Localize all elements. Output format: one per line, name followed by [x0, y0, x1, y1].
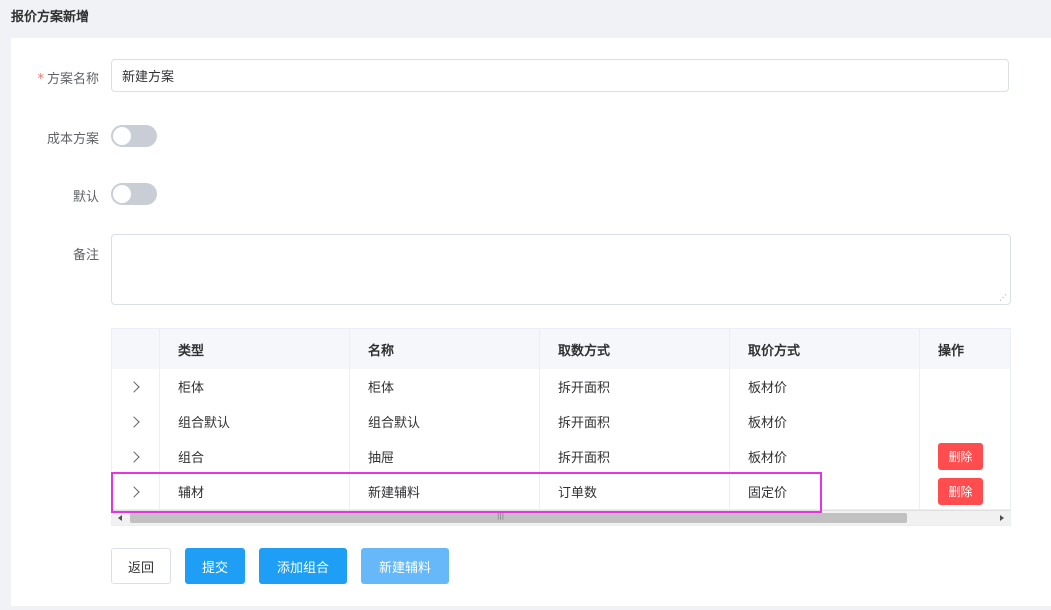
- column-header-name: 名称: [350, 329, 540, 369]
- switch-knob: [113, 185, 131, 203]
- cell-type: 组合: [160, 439, 350, 474]
- cell-fetch: 拆开面积: [540, 439, 730, 474]
- default-switch[interactable]: [111, 183, 157, 205]
- page-header: 报价方案新增: [0, 0, 1051, 38]
- required-star: *: [37, 72, 44, 87]
- table-row: 组合 抽屉 拆开面积 板材价 删除: [112, 439, 1010, 475]
- delete-button[interactable]: 删除: [938, 478, 983, 505]
- chevron-right-icon: [127, 450, 140, 463]
- cell-type: 组合默认: [160, 404, 350, 439]
- scroll-grip-icon: |||: [497, 512, 505, 520]
- remark-label: 备注: [72, 248, 99, 263]
- items-table: 类型 名称 取数方式 取价方式 操作 柜体 柜体 拆开面积 板材价 组合默认 组…: [111, 328, 1011, 526]
- expand-column-header: [112, 329, 160, 369]
- cell-name: 柜体: [350, 369, 540, 404]
- expand-toggle[interactable]: [112, 369, 160, 404]
- horizontal-scrollbar[interactable]: |||: [112, 510, 1010, 525]
- table-row: 辅材 新建辅料 订单数 固定价 删除: [112, 474, 1010, 510]
- chevron-right-icon: [127, 380, 140, 393]
- cell-price: 板材价: [730, 369, 920, 404]
- form-card: *方案名称 成本方案 默认 备注 ⋰ 类型 名称 取数方式 取价方式 操作 柜体…: [11, 38, 1051, 606]
- column-header-type: 类型: [160, 329, 350, 369]
- cost-label: 成本方案: [46, 132, 99, 147]
- cell-fetch: 拆开面积: [540, 369, 730, 404]
- submit-button[interactable]: 提交: [185, 548, 245, 584]
- cell-name: 新建辅料: [350, 474, 540, 509]
- chevron-right-icon: [127, 415, 140, 428]
- cell-type: 辅材: [160, 474, 350, 509]
- name-label-text: 方案名称: [46, 72, 99, 87]
- table-row: 柜体 柜体 拆开面积 板材价: [112, 369, 1010, 405]
- scroll-thumb[interactable]: [130, 513, 907, 523]
- table-header: 类型 名称 取数方式 取价方式 操作: [112, 329, 1010, 370]
- scroll-right-icon[interactable]: [1000, 515, 1004, 521]
- scroll-left-icon[interactable]: [118, 515, 122, 521]
- cell-price: 板材价: [730, 404, 920, 439]
- cell-name: 组合默认: [350, 404, 540, 439]
- switch-knob: [113, 127, 131, 145]
- page-title: 报价方案新增: [11, 10, 90, 25]
- cost-scheme-switch[interactable]: [111, 125, 157, 147]
- name-label: * 方案名称: [11, 68, 99, 87]
- delete-button[interactable]: 删除: [938, 443, 983, 470]
- cell-action: [920, 404, 1010, 439]
- chevron-right-icon: [127, 485, 140, 498]
- column-header-price: 取价方式: [730, 329, 920, 369]
- column-header-fetch: 取数方式: [540, 329, 730, 369]
- remark-textarea[interactable]: [111, 234, 1011, 305]
- resize-grip-icon[interactable]: ⋰: [999, 293, 1008, 302]
- new-material-button[interactable]: 新建辅料: [361, 548, 449, 584]
- expand-toggle[interactable]: [112, 474, 160, 509]
- cell-price: 板材价: [730, 439, 920, 474]
- cell-type: 柜体: [160, 369, 350, 404]
- column-header-action: 操作: [938, 343, 965, 359]
- expand-toggle[interactable]: [112, 439, 160, 474]
- cell-name: 抽屉: [350, 439, 540, 474]
- cell-price: 固定价: [730, 474, 920, 509]
- back-button[interactable]: 返回: [111, 548, 171, 584]
- expand-toggle[interactable]: [112, 404, 160, 439]
- table-row: 组合默认 组合默认 拆开面积 板材价: [112, 404, 1010, 440]
- add-group-button[interactable]: 添加组合: [259, 548, 347, 584]
- default-label: 默认: [72, 190, 99, 205]
- scheme-name-input[interactable]: [111, 59, 1009, 92]
- cell-fetch: 订单数: [540, 474, 730, 509]
- cell-fetch: 拆开面积: [540, 404, 730, 439]
- cell-action: [920, 369, 1010, 404]
